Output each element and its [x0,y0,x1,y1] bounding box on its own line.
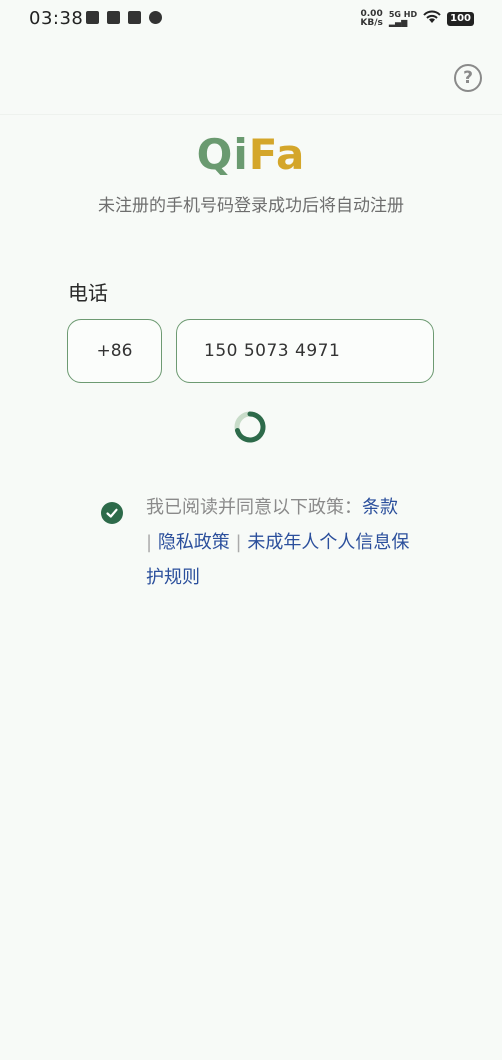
status-bar: 03:38 0.00 KB/s 5G HD ▂▄▆ 100 [0,0,502,38]
terms-link[interactable]: 条款 [362,497,398,518]
shield-icon [107,11,120,24]
settings-icon [149,11,162,24]
register-hint: 未注册的手机号码登录成功后将自动注册 [98,196,404,216]
checkmark-icon [106,508,118,518]
privacy-policy-link[interactable]: 隐私政策 [158,532,230,553]
status-right: 0.00 KB/s 5G HD ▂▄▆ 100 [360,9,474,28]
signal-icon: 5G HD ▂▄▆ [388,10,417,27]
agreement-checkbox[interactable] [101,502,123,524]
wifi-icon [423,9,441,28]
status-time: 03:38 [29,8,84,29]
agreement-text: 我已阅读并同意以下政策：条款 | 隐私政策 | 未成年人个人信息保护规则 [146,490,426,595]
separator: | [235,532,242,553]
notification-icons [86,11,162,24]
separator: | [146,532,153,553]
loading-spinner [234,411,266,443]
header-divider [0,114,502,115]
country-code-value: +86 [96,341,133,361]
phone-input-value: 150 5073 4971 [204,341,341,361]
app-logo: QiFa [0,130,502,179]
battery-indicator: 100 [447,11,474,26]
logo-part-qi: Qi [196,130,249,179]
net-speed-unit: KB/s [360,17,383,28]
country-code-selector[interactable]: +86 [67,319,162,383]
mail-icon [128,11,141,24]
question-circle-icon: ? [463,68,473,88]
signal-bars: ▂▄▆ [388,17,408,27]
help-button[interactable]: ? [454,64,482,92]
logo-part-fa: Fa [248,130,306,179]
phone-input[interactable]: 150 5073 4971 [176,319,434,383]
net-speed: 0.00 KB/s [360,9,383,28]
shield-check-icon [86,11,99,24]
phone-label: 电话 [68,281,108,305]
agreement-prefix: 我已阅读并同意以下政策： [146,497,362,518]
